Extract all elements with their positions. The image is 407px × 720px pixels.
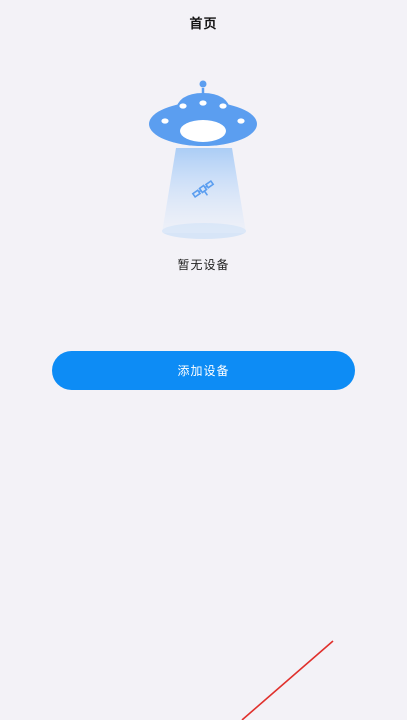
empty-state-message: 暂无设备 — [177, 258, 230, 272]
page-title: 首页 — [189, 16, 218, 32]
add-device-button[interactable]: 添加设备 — [52, 351, 355, 390]
empty-state-illustration — [140, 76, 268, 246]
app-header: 首页 — [0, 0, 407, 44]
ufo-no-device-icon — [149, 80, 257, 239]
